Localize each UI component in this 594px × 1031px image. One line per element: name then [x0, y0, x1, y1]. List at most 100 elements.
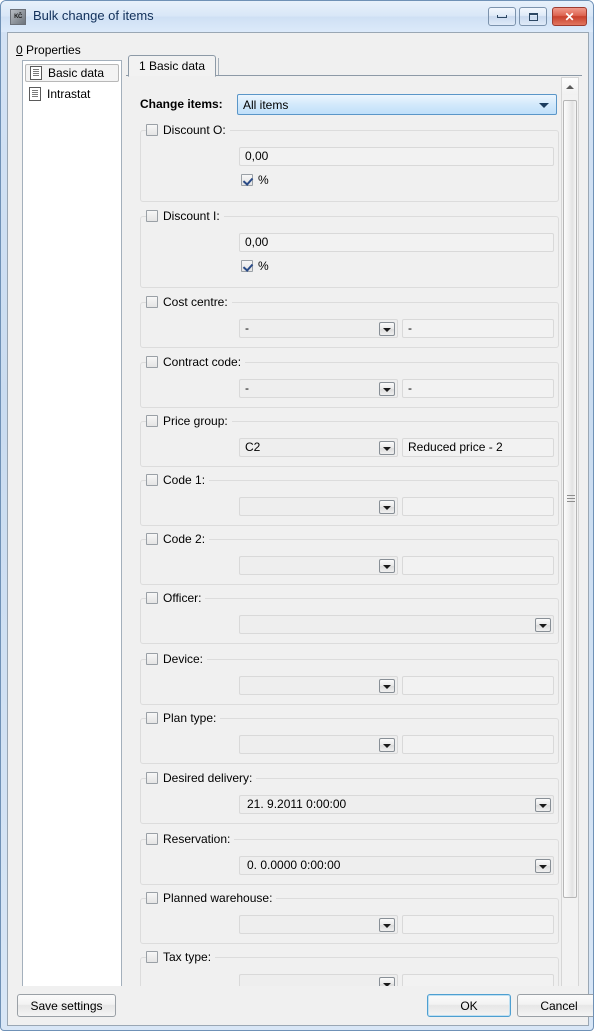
- datepicker-desired-delivery[interactable]: 21. 9.2011 0:00:00: [239, 795, 554, 814]
- window-title: Bulk change of items: [33, 8, 154, 23]
- group-label: Reservation:: [163, 832, 231, 846]
- group-discount-i: Discount I: 0,00 %: [140, 208, 559, 288]
- checkbox-code-2[interactable]: [146, 533, 158, 545]
- properties-tree[interactable]: Basic data Intrastat: [22, 60, 122, 1021]
- dropdown-code-2[interactable]: [239, 556, 398, 575]
- checkbox-contract-code[interactable]: [146, 356, 158, 368]
- chevron-down-icon[interactable]: [379, 918, 395, 932]
- tab-label: 1 Basic data: [139, 59, 206, 73]
- restore-icon: [528, 12, 538, 21]
- dropdown-officer[interactable]: [239, 615, 554, 634]
- chevron-down-icon[interactable]: [379, 322, 395, 336]
- chevron-down-icon[interactable]: [379, 738, 395, 752]
- dropdown-plan-type[interactable]: [239, 735, 398, 754]
- dropdown-code-1[interactable]: [239, 497, 398, 516]
- group-label: Code 2:: [163, 532, 206, 546]
- checkbox-discount-o-percent[interactable]: [241, 174, 253, 186]
- tab-basic-data[interactable]: 1 Basic data: [128, 55, 217, 77]
- group-label: Price group:: [163, 414, 228, 428]
- checkbox-discount-o[interactable]: [146, 124, 158, 136]
- checkbox-cost-centre[interactable]: [146, 296, 158, 308]
- checkbox-row-discount-o-percent[interactable]: %: [241, 173, 269, 187]
- triangle-up-icon: [566, 84, 574, 89]
- document-icon: [29, 87, 41, 101]
- chevron-down-icon[interactable]: [379, 441, 395, 455]
- group-title-device: Device:: [146, 651, 208, 667]
- group-title-code-2: Code 2:: [146, 531, 210, 547]
- sidebar-item-intrastat[interactable]: Intrastat: [25, 85, 119, 103]
- group-label: Discount O:: [163, 123, 226, 137]
- checkbox-tax-type[interactable]: [146, 951, 158, 963]
- checkbox-price-group[interactable]: [146, 415, 158, 427]
- group-title-price-group: Price group:: [146, 413, 232, 429]
- dropdown-device[interactable]: [239, 676, 398, 695]
- sidebar-item-basic-data[interactable]: Basic data: [25, 64, 119, 82]
- group-title-planned-warehouse: Planned warehouse:: [146, 890, 277, 906]
- checkbox-device[interactable]: [146, 653, 158, 665]
- checkbox-officer[interactable]: [146, 592, 158, 604]
- group-reservation: Reservation: 0. 0.0000 0:00:00: [140, 831, 559, 885]
- scroll-up-button[interactable]: [562, 78, 578, 95]
- dropdown-value: -: [245, 321, 249, 335]
- group-label: Code 1:: [163, 473, 206, 487]
- checkbox-code-1[interactable]: [146, 474, 158, 486]
- checkbox-desired-delivery[interactable]: [146, 772, 158, 784]
- datepicker-reservation[interactable]: 0. 0.0000 0:00:00: [239, 856, 554, 875]
- minimize-button[interactable]: [488, 7, 516, 26]
- checkbox-discount-i[interactable]: [146, 210, 158, 222]
- dropdown-price-group-code[interactable]: C2: [239, 438, 398, 457]
- close-icon: ✕: [564, 9, 575, 24]
- input-cost-centre-description[interactable]: -: [402, 319, 554, 338]
- properties-label: Properties: [22, 43, 81, 57]
- input-planned-warehouse-description[interactable]: [402, 915, 554, 934]
- dropdown-contract-code[interactable]: -: [239, 379, 398, 398]
- chevron-down-icon[interactable]: [535, 618, 551, 632]
- dropdown-planned-warehouse[interactable]: [239, 915, 398, 934]
- input-contract-code-description[interactable]: -: [402, 379, 554, 398]
- checkbox-reservation[interactable]: [146, 833, 158, 845]
- ok-button[interactable]: OK: [427, 994, 511, 1017]
- dropdown-cost-centre-code[interactable]: -: [239, 319, 398, 338]
- group-label: Cost centre:: [163, 295, 228, 309]
- chevron-down-icon[interactable]: [379, 382, 395, 396]
- chevron-down-icon[interactable]: [379, 559, 395, 573]
- group-desired-delivery: Desired delivery: 21. 9.2011 0:00:00: [140, 770, 559, 824]
- group-plan-type: Plan type:: [140, 710, 559, 764]
- input-price-group-description[interactable]: Reduced price - 2: [402, 438, 554, 457]
- cancel-button[interactable]: Cancel: [517, 994, 593, 1017]
- dropdown-value: C2: [245, 440, 261, 454]
- input-device-description[interactable]: [402, 676, 554, 695]
- chevron-down-icon: [539, 103, 549, 108]
- input-code-2-description[interactable]: [402, 556, 554, 575]
- chevron-down-icon[interactable]: [535, 859, 551, 873]
- chevron-down-icon[interactable]: [379, 500, 395, 514]
- vertical-scrollbar[interactable]: [561, 77, 579, 1009]
- title-bar[interactable]: KČ Bulk change of items ✕: [1, 1, 593, 32]
- scrollbar-grip-icon: [567, 495, 575, 504]
- dialog-footer: Save settings OK Cancel: [7, 986, 593, 1026]
- checkbox-row-discount-i-percent[interactable]: %: [241, 259, 269, 273]
- input-plan-type-description[interactable]: [402, 735, 554, 754]
- group-label: Plan type:: [163, 711, 217, 725]
- dropdown-value: -: [245, 381, 249, 395]
- chevron-down-icon[interactable]: [379, 679, 395, 693]
- change-items-row: Change items: All items: [132, 94, 559, 116]
- checkbox-discount-i-percent[interactable]: [241, 260, 253, 272]
- input-discount-o-value[interactable]: 0,00: [239, 147, 554, 166]
- scrollbar-thumb[interactable]: [563, 100, 577, 898]
- input-code-1-description[interactable]: [402, 497, 554, 516]
- checkbox-planned-warehouse[interactable]: [146, 892, 158, 904]
- checkbox-plan-type[interactable]: [146, 712, 158, 724]
- tab-divider: [218, 58, 219, 75]
- group-officer: Officer:: [140, 590, 559, 644]
- group-title-officer: Officer:: [146, 590, 206, 606]
- change-items-value: All items: [243, 98, 289, 112]
- save-settings-button[interactable]: Save settings: [17, 994, 116, 1017]
- group-title-code-1: Code 1:: [146, 472, 210, 488]
- tab-strip: 1 Basic data: [126, 55, 582, 77]
- input-discount-i-value[interactable]: 0,00: [239, 233, 554, 252]
- change-items-dropdown[interactable]: All items: [237, 94, 557, 115]
- chevron-down-icon[interactable]: [535, 798, 551, 812]
- close-button[interactable]: ✕: [552, 7, 587, 26]
- maximize-button[interactable]: [519, 7, 547, 26]
